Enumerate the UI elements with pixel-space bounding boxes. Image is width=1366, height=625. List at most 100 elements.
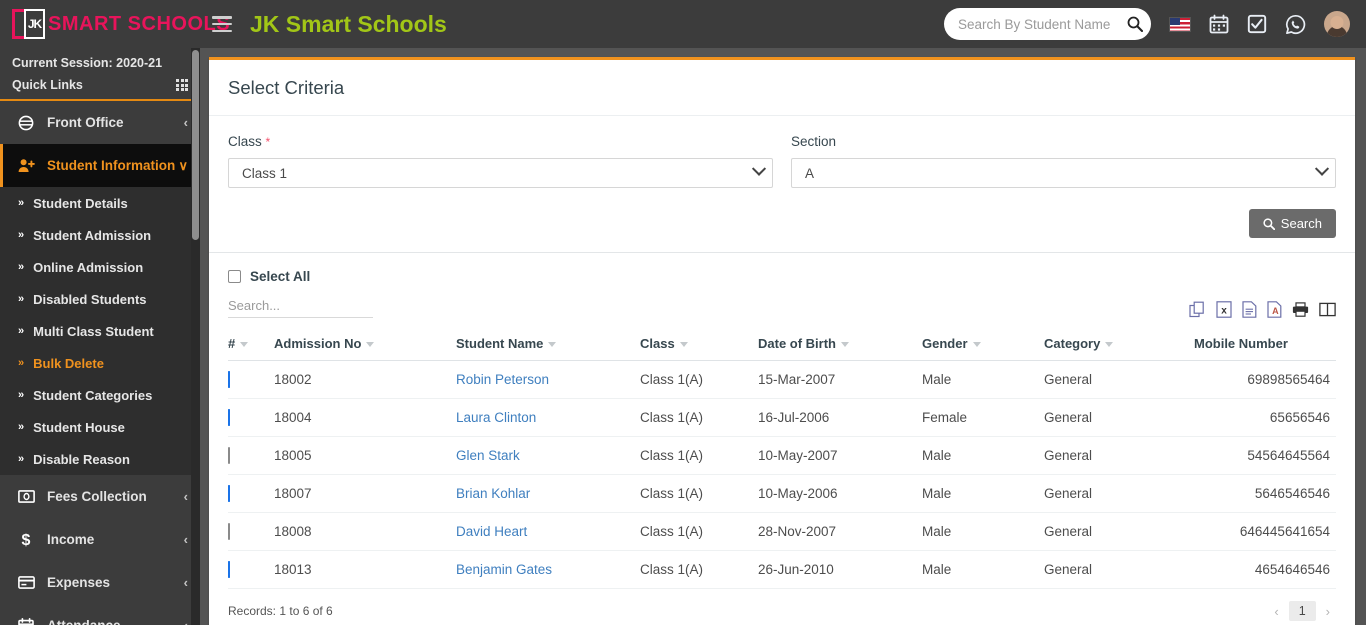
sidebar-subitem-student-details[interactable]: » Student Details (0, 187, 200, 219)
section-select-value: A (805, 166, 1317, 181)
cell-student-name: Robin Peterson (456, 361, 640, 399)
sidebar-subitem-label: Student Categories (33, 388, 152, 403)
sidebar-item-expenses[interactable]: Expenses ‹ (0, 561, 200, 604)
sidebar-subitem-online-admission[interactable]: » Online Admission (0, 251, 200, 283)
row-checkbox[interactable] (228, 485, 230, 502)
column-label: Admission No (274, 336, 361, 351)
student-name-link[interactable]: Brian Kohlar (456, 486, 530, 501)
sidebar-subitem-student-admission[interactable]: » Student Admission (0, 219, 200, 251)
double-chevron-icon: » (18, 325, 22, 337)
sidebar-subitem-student-categories[interactable]: » Student Categories (0, 379, 200, 411)
column-header-index[interactable]: # (228, 329, 274, 361)
column-label: Class (640, 336, 675, 351)
sort-arrow-icon (1105, 342, 1113, 347)
students-table: # Admission No Student Name Class Date o… (228, 329, 1336, 589)
cell-date-of-birth: 10-May-2006 (758, 475, 922, 513)
pdf-export-icon[interactable]: A (1267, 301, 1282, 318)
column-label: Gender (922, 336, 968, 351)
student-name-link[interactable]: Benjamin Gates (456, 562, 552, 577)
sidebar-item-fees-collection[interactable]: Fees Collection ‹ (0, 475, 200, 518)
sidebar-scrollbar[interactable] (191, 48, 200, 625)
sidebar-subitem-disabled-students[interactable]: » Disabled Students (0, 283, 200, 315)
sort-arrow-icon (841, 342, 849, 347)
double-chevron-icon: » (18, 389, 22, 401)
pagination-next[interactable]: › (1320, 602, 1336, 621)
student-name-link[interactable]: Laura Clinton (456, 410, 536, 425)
column-header-mobile-number[interactable]: Mobile Number (1194, 329, 1336, 361)
whatsapp-icon[interactable] (1285, 14, 1306, 35)
select-all-checkbox[interactable] (228, 270, 241, 283)
calendar-icon[interactable] (1209, 14, 1229, 34)
row-checkbox[interactable] (228, 447, 230, 464)
cell-gender: Male (922, 513, 1044, 551)
student-name-link[interactable]: Glen Stark (456, 448, 520, 463)
grid-icon[interactable] (176, 79, 188, 91)
row-checkbox[interactable] (228, 561, 230, 578)
cell-class: Class 1(A) (640, 437, 758, 475)
column-header-date-of-birth[interactable]: Date of Birth (758, 329, 922, 361)
cell-mobile-number: 4654646546 (1194, 551, 1336, 589)
chevron-down-icon (752, 162, 766, 176)
row-checkbox-cell (228, 513, 274, 551)
row-checkbox[interactable] (228, 371, 230, 388)
table-head: # Admission No Student Name Class Date o… (228, 329, 1336, 361)
student-name-link[interactable]: Robin Peterson (456, 372, 549, 387)
column-label: Mobile Number (1194, 336, 1288, 351)
task-check-icon[interactable] (1247, 14, 1267, 34)
sidebar-subitem-bulk-delete[interactable]: » Bulk Delete (0, 347, 200, 379)
hamburger-menu-icon[interactable] (212, 16, 232, 32)
global-search[interactable] (944, 8, 1151, 40)
sidebar-item-income[interactable]: $ Income ‹ (0, 518, 200, 561)
language-flag-icon[interactable] (1169, 17, 1191, 32)
copy-export-icon[interactable] (1189, 301, 1206, 318)
column-header-category[interactable]: Category (1044, 329, 1194, 361)
column-header-gender[interactable]: Gender (922, 329, 1044, 361)
chevron-down-icon: ∨ (178, 158, 188, 174)
double-chevron-icon: » (18, 357, 22, 369)
user-avatar[interactable] (1324, 11, 1350, 37)
cell-admission-no: 18007 (274, 475, 456, 513)
section-select[interactable]: A (791, 158, 1336, 188)
cell-category: General (1044, 551, 1194, 589)
sidebar-scrollbar-thumb[interactable] (192, 50, 199, 240)
excel-export-icon[interactable]: x (1216, 301, 1232, 318)
row-checkbox[interactable] (228, 523, 230, 540)
app-logo[interactable]: JK SMART SCHOOLS (0, 0, 200, 48)
pagination-prev[interactable]: ‹ (1268, 602, 1284, 621)
pagination-page-1[interactable]: 1 (1289, 601, 1316, 621)
sidebar-item-student-information[interactable]: Student Information ∨ (0, 144, 200, 187)
cell-date-of-birth: 10-May-2007 (758, 437, 922, 475)
sidebar-subitem-multi-class-student[interactable]: » Multi Class Student (0, 315, 200, 347)
cell-category: General (1044, 361, 1194, 399)
expenses-icon (15, 576, 37, 589)
cell-student-name: Benjamin Gates (456, 551, 640, 589)
sidebar-subitem-student-house[interactable]: » Student House (0, 411, 200, 443)
student-name-link[interactable]: David Heart (456, 524, 527, 539)
sidebar-subitem-label: Disabled Students (33, 292, 146, 307)
table-search-input[interactable] (228, 296, 373, 318)
column-header-class[interactable]: Class (640, 329, 758, 361)
search-input[interactable] (958, 17, 1127, 32)
chevron-left-icon: ‹ (184, 532, 188, 547)
search-button[interactable]: Search (1249, 209, 1336, 238)
column-visibility-icon[interactable] (1319, 302, 1336, 317)
sidebar-item-label: Expenses (47, 575, 184, 590)
quick-links[interactable]: Quick Links (0, 74, 200, 99)
table-row: 18004 Laura Clinton Class 1(A) 16-Jul-20… (228, 399, 1336, 437)
sidebar-item-attendance[interactable]: Attendance ‹ (0, 604, 200, 625)
search-icon[interactable] (1127, 16, 1143, 32)
column-header-student-name[interactable]: Student Name (456, 329, 640, 361)
print-export-icon[interactable] (1292, 302, 1309, 317)
cell-mobile-number: 54564645564 (1194, 437, 1336, 475)
csv-export-icon[interactable] (1242, 301, 1257, 318)
sidebar-item-front-office[interactable]: Front Office ‹ (0, 101, 200, 144)
cell-mobile-number: 646445641654 (1194, 513, 1336, 551)
sidebar-subitem-disable-reason[interactable]: » Disable Reason (0, 443, 200, 475)
sort-arrow-icon (366, 342, 374, 347)
cell-class: Class 1(A) (640, 361, 758, 399)
cell-date-of-birth: 26-Jun-2010 (758, 551, 922, 589)
row-checkbox[interactable] (228, 409, 230, 426)
records-count: Records: 1 to 6 of 6 (228, 604, 333, 618)
class-select[interactable]: Class 1 (228, 158, 773, 188)
column-header-admission-no[interactable]: Admission No (274, 329, 456, 361)
